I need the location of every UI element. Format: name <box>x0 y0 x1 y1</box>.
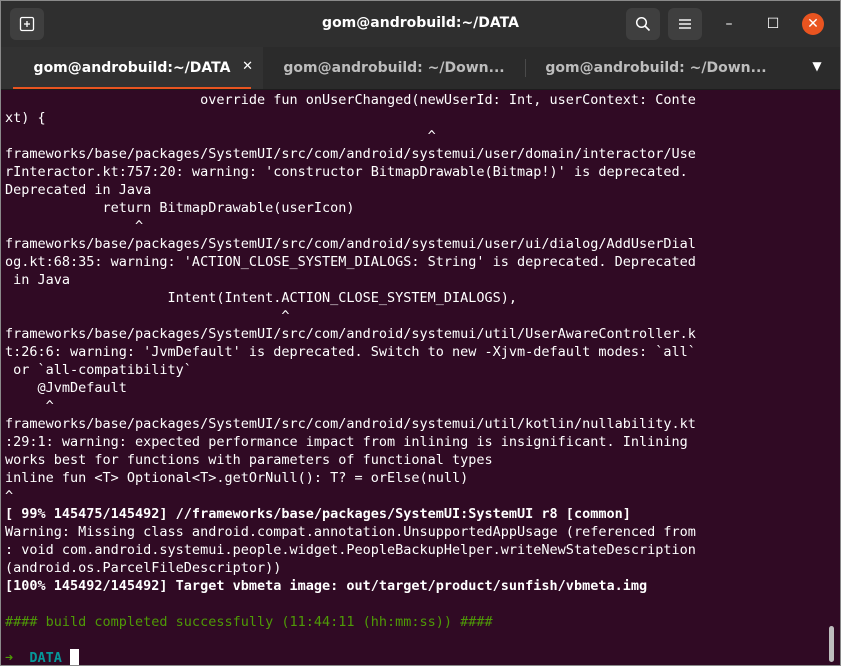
maximize-button[interactable]: ☐ <box>761 12 785 36</box>
tabs-dropdown-icon[interactable]: ▼ <box>807 59 827 77</box>
terminal-line: ^ <box>5 308 290 324</box>
terminal-line: return BitmapDrawable(userIcon) <box>5 200 355 216</box>
tab-label: gom@androbuild:~/DATA <box>33 60 231 76</box>
tab-downloads-1[interactable]: gom@androbuild: ~/Down... <box>263 47 525 89</box>
terminal-line: frameworks/base/packages/SystemUI/src/co… <box>5 326 696 342</box>
terminal-line: Intent(Intent.ACTION_CLOSE_SYSTEM_DIALOG… <box>5 290 518 306</box>
terminal-line: in Java <box>5 272 71 288</box>
scrollbar[interactable] <box>827 91 835 663</box>
terminal-line: xt) { <box>5 110 46 126</box>
terminal-line: frameworks/base/packages/SystemUI/src/co… <box>5 146 696 162</box>
tab-label: gom@androbuild: ~/Down... <box>545 60 767 76</box>
terminal-line: ^ <box>5 128 436 144</box>
terminal-prompt[interactable]: ➜ DATA <box>5 649 827 666</box>
terminal-line: ^ <box>5 218 144 234</box>
terminal-line: @JvmDefault <box>5 380 127 396</box>
terminal-line: inline fun <T> Optional<T>.getOrNull(): … <box>5 470 469 486</box>
terminal-line: :29:1: warning: expected performance imp… <box>5 434 688 450</box>
tab-data[interactable]: gom@androbuild:~/DATA ✕ <box>1 47 263 89</box>
title-bar: gom@androbuild:~/DATA – ☐ ✕ <box>1 1 840 47</box>
prompt-directory: DATA <box>29 650 62 666</box>
tab-bar: gom@androbuild:~/DATA ✕ gom@androbuild: … <box>1 47 840 90</box>
hamburger-menu-icon <box>679 19 691 29</box>
terminal-line: [ 99% 145475/145492] //frameworks/base/p… <box>5 506 631 522</box>
terminal-line: rInteractor.kt:757:20: warning: 'constru… <box>5 164 688 180</box>
terminal-line: frameworks/base/packages/SystemUI/src/co… <box>5 236 696 252</box>
terminal-line: or `all-compatibility` <box>5 362 192 378</box>
terminal-line: Warning: Missing class android.compat.an… <box>5 524 696 540</box>
terminal-line: Deprecated in Java <box>5 182 152 198</box>
tab-label: gom@androbuild: ~/Down... <box>283 60 505 76</box>
terminal-line: (android.os.ParcelFileDescriptor)) <box>5 560 282 576</box>
terminal-line: works best for functions with parameters… <box>5 452 493 468</box>
tab-downloads-2[interactable]: gom@androbuild: ~/Down... <box>525 47 787 89</box>
text-cursor <box>70 649 80 665</box>
terminal-line: t:26:6: warning: 'JvmDefault' is depreca… <box>5 344 696 360</box>
terminal-line: #### build completed successfully (11:44… <box>5 614 493 630</box>
terminal-window: gom@androbuild:~/DATA – ☐ ✕ gom@androbui… <box>0 0 841 666</box>
terminal-line: [100% 145492/145492] Target vbmeta image… <box>5 578 648 594</box>
scrollbar-thumb[interactable] <box>829 626 834 662</box>
terminal-line: frameworks/base/packages/SystemUI/src/co… <box>5 416 696 432</box>
search-button[interactable] <box>626 8 660 40</box>
tab-close-icon[interactable]: ✕ <box>242 59 253 74</box>
prompt-arrow-icon: ➜ <box>5 650 14 666</box>
menu-button[interactable] <box>668 8 702 40</box>
close-button[interactable]: ✕ <box>802 13 824 35</box>
minimize-button[interactable]: – <box>717 12 741 36</box>
terminal-line: : void com.android.systemui.people.widge… <box>5 542 696 558</box>
search-icon <box>635 16 651 32</box>
terminal-line: ^ <box>5 398 54 414</box>
terminal-output[interactable]: override fun onUserChanged(newUserId: In… <box>5 91 827 666</box>
terminal-line: ^ <box>5 488 14 504</box>
terminal-line: override fun onUserChanged(newUserId: In… <box>5 92 696 108</box>
terminal-line: og.kt:68:35: warning: 'ACTION_CLOSE_SYST… <box>5 254 696 270</box>
window-title: gom@androbuild:~/DATA <box>322 15 519 31</box>
